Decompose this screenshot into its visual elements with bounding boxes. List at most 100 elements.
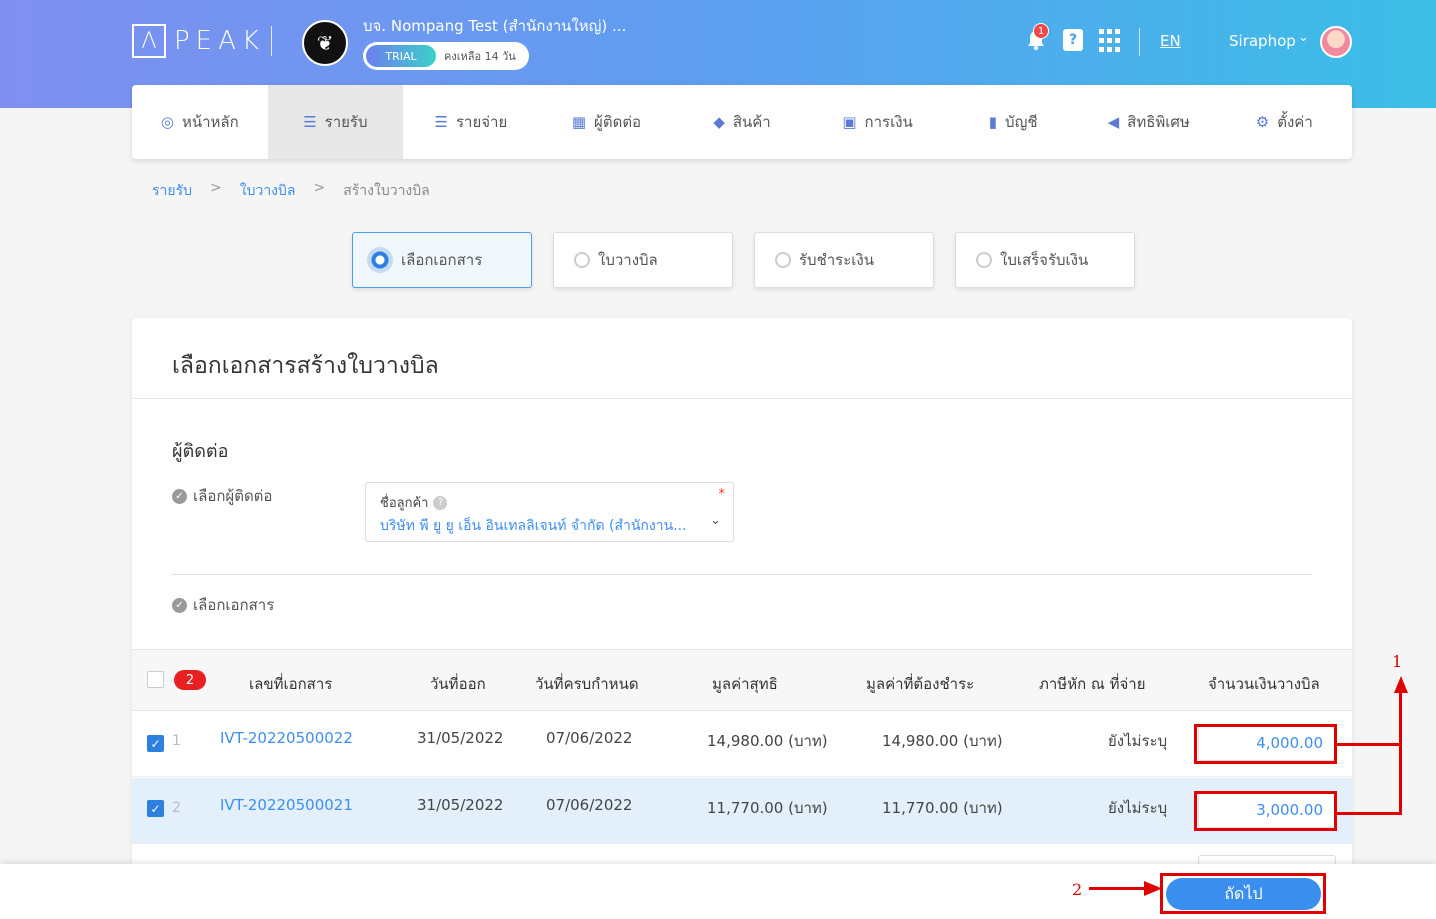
nav-item-1[interactable]: ☰ รายรับ xyxy=(267,85,404,159)
radio-icon[interactable] xyxy=(367,247,393,273)
step-option-2[interactable]: รับชำระเงิน xyxy=(754,232,934,288)
notification-badge: 1 xyxy=(1033,23,1049,39)
nav-item-label: ผู้ติดต่อ xyxy=(594,113,642,131)
row-index: 1 xyxy=(172,733,181,749)
language-switch[interactable]: EN xyxy=(1160,32,1181,50)
select-documents-label: เลือกเอกสาร xyxy=(193,596,275,614)
chevron-down-icon[interactable]: ⌄ xyxy=(1298,30,1309,45)
nav-item-0[interactable]: ◎ หน้าหลัก xyxy=(132,85,268,159)
step-option-3[interactable]: ใบเสร็จรับเงิน xyxy=(955,232,1135,288)
header-amount-due: มูลค่าที่ต้องชำระ xyxy=(866,675,975,693)
logo-mark: Λ xyxy=(132,24,166,58)
doc-no-link[interactable]: IVT-20220500022 xyxy=(220,729,353,747)
table-header: 2 เลขที่เอกสาร วันที่ออก วันที่ครบกำหนด … xyxy=(132,649,1352,711)
nav-item-label: หน้าหลัก xyxy=(181,113,239,131)
breadcrumb-billing-note[interactable]: ใบวางบิล xyxy=(240,180,296,202)
row-checkbox[interactable]: ✓ xyxy=(147,800,164,817)
nav-item-label: สินค้า xyxy=(732,113,771,131)
trial-remaining: คงเหลือ 14 วัน xyxy=(444,50,516,63)
due-date: 07/06/2022 xyxy=(546,729,633,747)
question-icon[interactable]: ? xyxy=(433,495,448,510)
breadcrumb-current: สร้างใบวางบิล xyxy=(343,183,430,199)
check-circle-icon: ✓ xyxy=(172,488,187,504)
due-date: 07/06/2022 xyxy=(546,796,633,814)
step-label: เลือกเอกสาร xyxy=(401,251,483,269)
user-name[interactable]: Siraphop xyxy=(1229,32,1296,50)
withholding-status[interactable]: ยังไม่ระบุ xyxy=(1108,729,1167,753)
customer-value[interactable]: บริษัท พี ยู ยู เอ็น อินเทลลิเจนท์ จำกัด… xyxy=(380,515,700,537)
step-label: รับชำระเงิน xyxy=(799,251,874,269)
nav-item-label: การเงิน xyxy=(864,113,913,131)
annotation-box-amount-1 xyxy=(1194,724,1337,764)
peak-logo[interactable]: Λ PEAK xyxy=(132,24,272,58)
customer-field-label-row: ชื่อลูกค้า ? xyxy=(380,492,448,513)
nav-item-3[interactable]: ▦ ผู้ติดต่อ xyxy=(539,85,675,159)
selected-count-badge: 2 xyxy=(174,670,206,690)
select-all-checkbox[interactable] xyxy=(147,671,164,688)
trial-tag: TRIAL xyxy=(366,45,436,67)
withholding-status[interactable]: ยังไม่ระบุ xyxy=(1108,796,1167,820)
user-avatar[interactable] xyxy=(1320,26,1352,58)
customer-field-label: ชื่อลูกค้า xyxy=(380,496,429,511)
divider xyxy=(172,574,1312,575)
step-label: ใบวางบิล xyxy=(598,251,658,269)
radio-icon[interactable] xyxy=(574,252,590,268)
annotation-arrow-up xyxy=(1394,676,1408,693)
header-divider xyxy=(1139,28,1140,56)
breadcrumb-income[interactable]: รายรับ xyxy=(152,180,192,202)
step-selector: เลือกเอกสาร ใบวางบิล รับชำระเงิน ใบเสร็จรับ… xyxy=(352,232,1135,288)
nav-item-6[interactable]: ▮ บัญชี xyxy=(945,85,1081,159)
chevron-down-icon[interactable]: ⌄ xyxy=(710,513,721,528)
money-icon: ▣ xyxy=(842,113,857,131)
header-net-value: มูลค่าสุทธิ xyxy=(712,675,778,693)
nav-item-label: ตั้งค่า xyxy=(1277,113,1313,131)
header-due-date: วันที่ครบกำหนด xyxy=(535,675,639,693)
annotation-line xyxy=(1337,743,1401,746)
nav-item-8[interactable]: ⚙ ตั้งค่า xyxy=(1217,85,1353,159)
contacts-icon: ▦ xyxy=(571,113,587,131)
table-row[interactable]: ✓ 1 IVT-20220500022 31/05/2022 07/06/202… xyxy=(132,711,1352,777)
customer-select[interactable]: ชื่อลูกค้า ? * บริษัท พี ยู ยู เอ็น อินเ… xyxy=(365,482,734,542)
breadcrumb-separator: > xyxy=(210,180,222,196)
net-value: 11,770.00 (บาท) xyxy=(707,799,828,817)
income-icon: ☰ xyxy=(303,113,317,131)
nav-item-label: บัญชี xyxy=(1005,113,1038,131)
radio-icon[interactable] xyxy=(976,252,992,268)
annotation-box-amount-2 xyxy=(1194,791,1337,831)
nav-item-4[interactable]: ◆ สินค้า xyxy=(674,85,810,159)
issue-date: 31/05/2022 xyxy=(417,729,504,747)
select-contact-label: เลือกผู้ติดต่อ xyxy=(193,487,273,505)
nav-item-7[interactable]: ◀ สิทธิพิเศษ xyxy=(1081,85,1217,159)
header-withholding: ภาษีหัก ณ ที่จ่าย xyxy=(1039,675,1146,693)
megaphone-icon: ◀ xyxy=(1107,113,1120,131)
help-book-icon[interactable]: ? xyxy=(1061,28,1085,52)
issue-date: 31/05/2022 xyxy=(417,796,504,814)
table-row[interactable]: ✓ 2 IVT-20220500021 31/05/2022 07/06/202… xyxy=(132,778,1352,844)
divider xyxy=(132,398,1352,399)
annotation-line xyxy=(1089,887,1147,890)
nav-item-label: รายรับ xyxy=(324,113,368,131)
company-name[interactable]: บจ. Nompang Test (สำนักงานใหญ่) ... xyxy=(363,14,626,38)
gear-icon: ⚙ xyxy=(1255,113,1270,131)
row-checkbox[interactable]: ✓ xyxy=(147,735,164,752)
header-issue-date: วันที่ออก xyxy=(430,675,486,693)
row-index: 2 xyxy=(172,800,181,816)
company-avatar[interactable]: ❦ xyxy=(302,20,348,66)
step-option-1[interactable]: ใบวางบิล xyxy=(553,232,733,288)
radio-icon[interactable] xyxy=(775,252,791,268)
ledger-book-icon: ▮ xyxy=(988,113,998,131)
annotation-line xyxy=(1337,812,1401,815)
contact-section-title: ผู้ติดต่อ xyxy=(172,441,229,462)
doc-no-link[interactable]: IVT-20220500021 xyxy=(220,796,353,814)
annotation-label-1: 1 xyxy=(1392,652,1403,671)
nav-item-2[interactable]: ☰ รายจ่าย xyxy=(403,85,539,159)
app-grid-icon[interactable] xyxy=(1097,28,1121,52)
breadcrumb: รายรับ > ใบวางบิล > สร้างใบวางบิล xyxy=(152,180,430,202)
select-contact-step: ✓ เลือกผู้ติดต่อ xyxy=(172,484,272,508)
step-option-0[interactable]: เลือกเอกสาร xyxy=(352,232,532,288)
card-title: เลือกเอกสารสร้างใบวางบิล xyxy=(172,353,439,379)
nav-item-5[interactable]: ▣ การเงิน xyxy=(810,85,946,159)
annotation-arrow-right xyxy=(1144,881,1162,896)
dashboard-icon: ◎ xyxy=(160,113,174,131)
logo-divider xyxy=(270,26,272,56)
